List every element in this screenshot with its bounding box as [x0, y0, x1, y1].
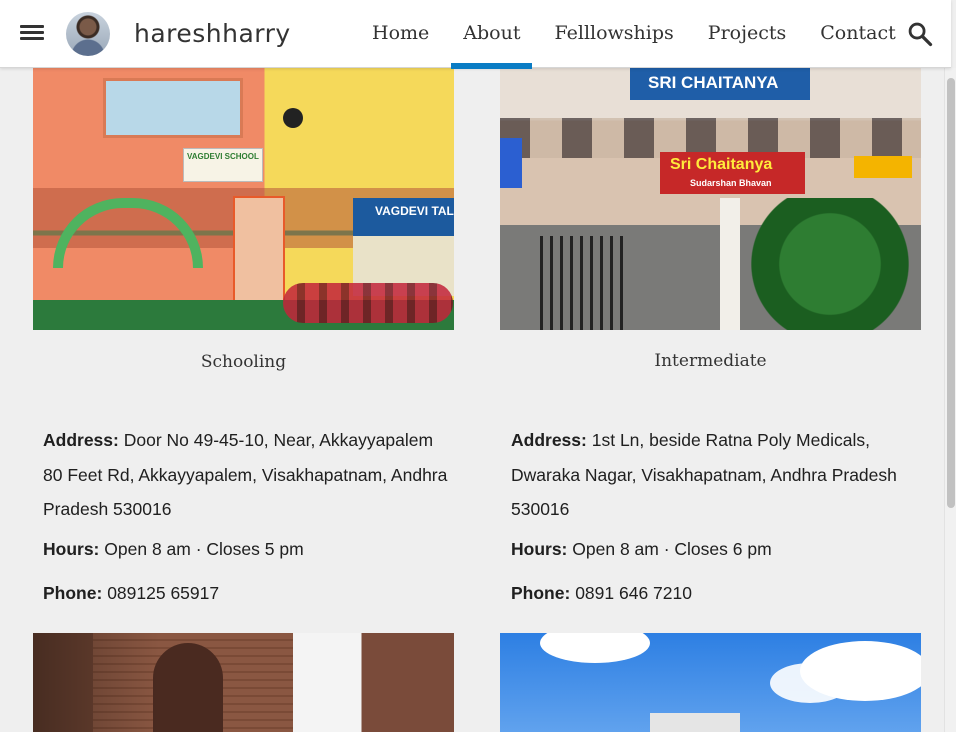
- phone-label: Phone:: [511, 582, 571, 603]
- phone-label: Phone:: [43, 582, 103, 603]
- top-app-bar: hareshharry Home About Felllowships Proj…: [0, 0, 951, 69]
- hamburger-menu-icon[interactable]: [18, 22, 48, 46]
- hours-value: Open 8 am · Closes 5 pm: [104, 538, 304, 559]
- building-sky-photo: [500, 633, 921, 732]
- phone-value[interactable]: 089125 65917: [107, 583, 219, 603]
- address-text: Address: Door No 49-45-10, Near, Akkayya…: [43, 423, 453, 527]
- phone-text: Phone: 089125 65917: [43, 581, 453, 605]
- intermediate-photo: SRI CHAITANYA Sri Chaitanya Sudarshan Bh…: [500, 68, 921, 330]
- main-nav: Home About Felllowships Projects Contact: [360, 0, 918, 69]
- address-label: Address:: [511, 430, 587, 450]
- card-caption-schooling: Schooling: [200, 352, 287, 372]
- intermediate-sign: Sri Chaitanya: [670, 156, 773, 173]
- nav-projects[interactable]: Projects: [696, 0, 798, 68]
- scrollbar-thumb[interactable]: [947, 78, 955, 508]
- avatar[interactable]: [66, 12, 110, 56]
- intermediate-top-sign: SRI CHAITANYA: [648, 73, 779, 92]
- hours-text: Hours: Open 8 am · Closes 5 pm: [43, 537, 453, 561]
- nav-about[interactable]: About: [451, 0, 533, 69]
- page-scrollbar[interactable]: [944, 68, 956, 732]
- hours-text: Hours: Open 8 am · Closes 6 pm: [511, 537, 921, 561]
- school-banner: VAGDEVI TALENT: [375, 204, 454, 218]
- site-title[interactable]: hareshharry: [134, 19, 291, 48]
- phone-value[interactable]: 0891 646 7210: [575, 583, 692, 603]
- address-text: Address: 1st Ln, beside Ratna Poly Medic…: [511, 423, 921, 527]
- hours-label: Hours:: [43, 538, 100, 559]
- address-label: Address:: [43, 430, 119, 450]
- intermediate-info: Address: 1st Ln, beside Ratna Poly Medic…: [511, 423, 921, 605]
- hours-value: Open 8 am · Closes 6 pm: [572, 538, 772, 559]
- church-photo: [33, 633, 454, 732]
- nav-home[interactable]: Home: [360, 0, 441, 68]
- hours-label: Hours:: [511, 538, 568, 559]
- nav-contact[interactable]: Contact: [808, 0, 907, 68]
- schooling-info: Address: Door No 49-45-10, Near, Akkayya…: [43, 423, 453, 605]
- card-caption-intermediate: Intermediate: [654, 351, 767, 371]
- schooling-photo: VAGDEVI SCHOOL VAGDEVI TALENT: [33, 68, 454, 330]
- phone-text: Phone: 0891 646 7210: [511, 581, 921, 605]
- intermediate-sign-sub: Sudarshan Bhavan: [690, 178, 772, 188]
- school-sign: VAGDEVI SCHOOL: [187, 152, 259, 161]
- search-icon[interactable]: [906, 20, 934, 48]
- nav-fellowships[interactable]: Felllowships: [542, 0, 685, 68]
